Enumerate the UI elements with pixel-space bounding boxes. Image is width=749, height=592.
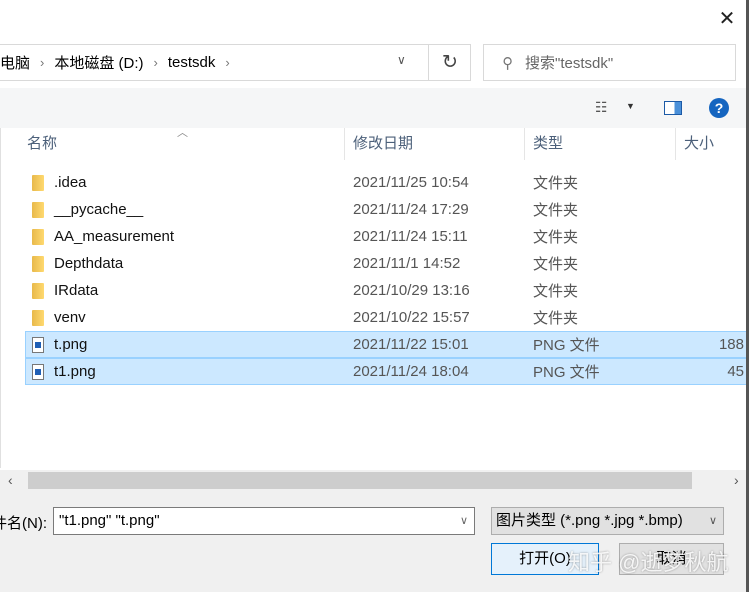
image-file-icon <box>32 337 44 353</box>
file-type-value: 图片类型 (*.png *.jpg *.bmp) <box>496 512 683 529</box>
file-type: 文件夹 <box>533 202 579 219</box>
file-date: 2021/11/22 15:01 <box>353 336 469 353</box>
divider <box>0 128 1 468</box>
file-row[interactable]: AA_measurement 2021/11/24 15:11 文件夹 <box>25 223 749 250</box>
file-type-select[interactable]: 图片类型 (*.png *.jpg *.bmp) ∨ <box>491 507 724 535</box>
folder-icon <box>32 256 44 272</box>
file-name: __pycache__ <box>54 201 144 218</box>
folder-icon <box>32 229 44 245</box>
chevron-down-icon[interactable]: ∨ <box>460 508 468 534</box>
file-date: 2021/11/24 17:29 <box>353 201 469 218</box>
filename-label: 件名(N): <box>0 515 47 532</box>
chevron-right-icon[interactable]: › <box>225 55 229 70</box>
chevron-right-icon[interactable]: › <box>40 55 44 70</box>
file-row[interactable]: venv 2021/10/22 15:57 文件夹 <box>25 304 749 331</box>
file-name: .idea <box>54 174 87 191</box>
file-type: 文件夹 <box>533 256 579 273</box>
file-name: t1.png <box>54 363 96 380</box>
file-date: 2021/10/29 13:16 <box>353 282 470 299</box>
file-row[interactable]: __pycache__ 2021/11/24 17:29 文件夹 <box>25 196 749 223</box>
watermark: 知乎 @逝梦秋航 <box>568 550 729 575</box>
file-type: 文件夹 <box>533 310 579 327</box>
folder-icon <box>32 175 44 191</box>
file-type: 文件夹 <box>533 283 579 300</box>
file-name: Depthdata <box>54 255 124 272</box>
file-type: PNG 文件 <box>533 337 600 354</box>
crumb-testsdk[interactable]: testsdk <box>168 54 216 71</box>
folder-icon <box>32 310 44 326</box>
file-date: 2021/11/24 15:11 <box>353 228 468 245</box>
file-row[interactable]: .idea 2021/11/25 10:54 文件夹 <box>25 169 749 196</box>
sort-ascending-icon: ︿ <box>177 127 188 139</box>
file-row[interactable]: Depthdata 2021/11/1 14:52 文件夹 <box>25 250 749 277</box>
view-options-icon[interactable]: ☷ <box>595 99 608 116</box>
file-size: 45 <box>727 363 744 380</box>
preview-pane-icon[interactable] <box>664 101 682 115</box>
scroll-left-icon[interactable]: ‹ <box>8 472 13 488</box>
help-icon[interactable]: ? <box>709 98 729 118</box>
file-date: 2021/10/22 15:57 <box>353 309 470 326</box>
file-size: 188 <box>718 336 744 353</box>
address-bar[interactable]: 此电脑 › 本地磁盘 (D:) › testsdk › ∨ ↻ <box>0 44 471 81</box>
breadcrumb: 此电脑 › 本地磁盘 (D:) › testsdk › <box>0 52 240 73</box>
scrollbar-thumb[interactable] <box>28 472 692 489</box>
toolbar <box>0 88 749 128</box>
column-type[interactable]: 类型 <box>525 128 676 160</box>
file-date: 2021/11/25 10:54 <box>353 174 469 191</box>
column-size[interactable]: 大小 <box>676 128 749 160</box>
column-header: 名称 修改日期 类型 大小 <box>0 128 749 161</box>
search-input[interactable]: ⚲ 搜索"testsdk" <box>483 44 736 81</box>
file-date: 2021/11/1 14:52 <box>353 255 461 272</box>
file-row[interactable]: IRdata 2021/10/29 13:16 文件夹 <box>25 277 749 304</box>
caret-down-icon[interactable]: ▼ <box>626 101 635 111</box>
file-row[interactable]: t1.png 2021/11/24 18:04 PNG 文件 45 <box>25 358 749 385</box>
file-name: AA_measurement <box>54 228 175 245</box>
search-placeholder: 搜索"testsdk" <box>525 55 614 72</box>
folder-icon <box>32 283 44 299</box>
crumb-drive-d[interactable]: 本地磁盘 (D:) <box>54 52 143 73</box>
file-type: 文件夹 <box>533 229 579 246</box>
chevron-down-icon: ∨ <box>708 515 717 527</box>
file-type: PNG 文件 <box>533 364 600 381</box>
file-date: 2021/11/24 18:04 <box>353 363 469 380</box>
chevron-down-icon[interactable]: ∨ <box>397 53 406 67</box>
search-icon: ⚲ <box>502 54 513 72</box>
file-name: venv <box>54 309 86 326</box>
scroll-right-icon[interactable]: › <box>734 472 739 488</box>
filename-value: "t1.png" "t.png" <box>59 512 160 529</box>
file-row[interactable]: t.png 2021/11/22 15:01 PNG 文件 188 <box>25 331 749 358</box>
filename-input[interactable]: "t1.png" "t.png" ∨ <box>53 507 475 535</box>
close-button[interactable]: ✕ <box>716 8 738 30</box>
column-date[interactable]: 修改日期 <box>345 128 525 160</box>
image-file-icon <box>32 364 44 380</box>
chevron-right-icon[interactable]: › <box>154 55 158 70</box>
crumb-this-pc[interactable]: 此电脑 <box>0 52 30 73</box>
refresh-button[interactable]: ↻ <box>428 45 471 80</box>
file-name: t.png <box>54 336 88 353</box>
file-name: IRdata <box>54 282 99 299</box>
file-type: 文件夹 <box>533 175 579 192</box>
folder-icon <box>32 202 44 218</box>
